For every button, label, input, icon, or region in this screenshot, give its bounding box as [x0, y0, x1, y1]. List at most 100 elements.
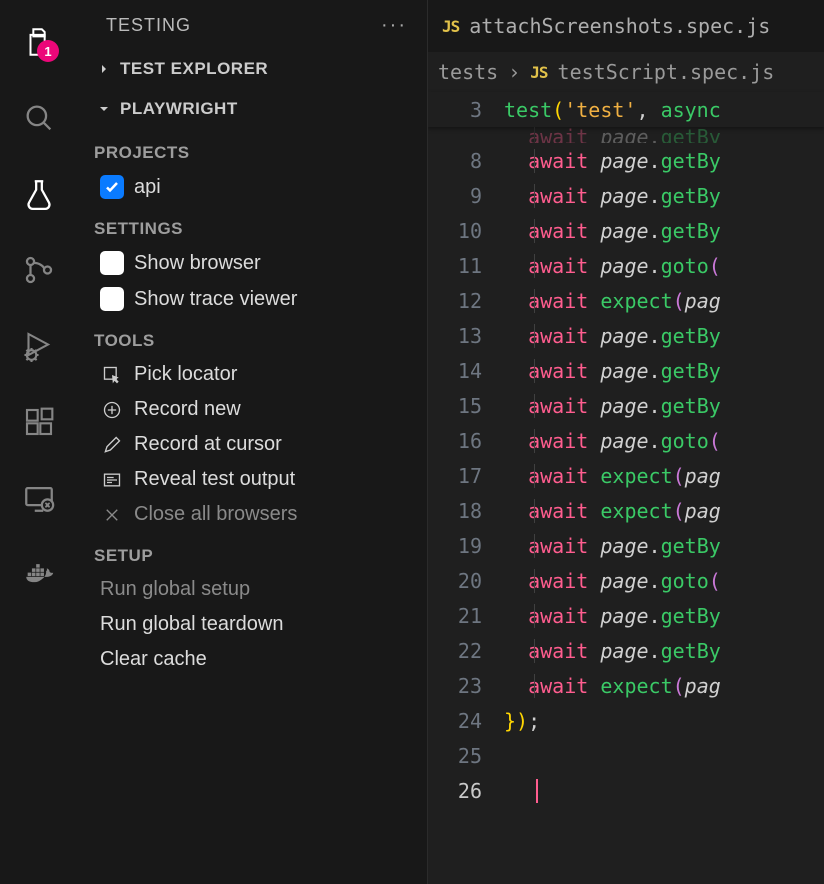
breadcrumb-folder[interactable]: tests: [438, 60, 498, 84]
tool-label: Close all browsers: [134, 503, 297, 526]
code-line[interactable]: 25: [428, 738, 824, 773]
code-line[interactable]: 18 await expect(pag: [428, 493, 824, 528]
line-number: 9: [428, 184, 500, 208]
code-line[interactable]: 23 await expect(pag: [428, 668, 824, 703]
tool-label: Record at cursor: [134, 433, 282, 456]
code-text: await page.getBy: [500, 394, 721, 418]
chevron-right-icon: ›: [508, 60, 520, 84]
code-body[interactable]: 8 await page.getBy9 await page.getBy10 a…: [428, 143, 824, 884]
tool-record-new[interactable]: Record new: [88, 392, 417, 427]
code-line[interactable]: 17 await expect(pag: [428, 458, 824, 493]
project-api[interactable]: api: [88, 169, 417, 205]
line-number: 8: [428, 149, 500, 173]
code-text: await page.getBy: [500, 604, 721, 628]
tool-label: Reveal test output: [134, 468, 295, 491]
setting-label: Show browser: [134, 252, 261, 275]
code-line[interactable]: 9 await page.getBy: [428, 178, 824, 213]
setup-label: Clear cache: [100, 648, 207, 671]
line-number: 11: [428, 254, 500, 278]
line-number: 16: [428, 429, 500, 453]
chevron-down-icon: [94, 101, 114, 117]
code-line[interactable]: 19 await page.getBy: [428, 528, 824, 563]
line-number: 22: [428, 639, 500, 663]
breadcrumb[interactable]: tests › JS testScript.spec.js: [428, 52, 824, 92]
tool-record-cursor[interactable]: Record at cursor: [88, 427, 417, 462]
section-playwright[interactable]: PLAYWRIGHT: [88, 89, 417, 129]
checkbox-icon[interactable]: [100, 251, 124, 275]
setup-run-teardown[interactable]: Run global teardown: [88, 607, 417, 642]
code-line[interactable]: 15 await page.getBy: [428, 388, 824, 423]
code-text: });: [500, 709, 540, 733]
code-line[interactable]: 22 await page.getBy: [428, 633, 824, 668]
checkbox-checked-icon[interactable]: [100, 175, 124, 199]
tool-label: Pick locator: [134, 363, 237, 386]
checkbox-icon[interactable]: [100, 287, 124, 311]
section-label: TEST EXPLORER: [120, 59, 268, 79]
plus-circle-icon: [100, 400, 124, 420]
code-line[interactable]: 11 await page.goto(: [428, 248, 824, 283]
code-line[interactable]: 10 await page.getBy: [428, 213, 824, 248]
tool-close-browsers: Close all browsers: [88, 497, 417, 532]
tool-pick-locator[interactable]: Pick locator: [88, 357, 417, 392]
code-text: await page.getBy: [500, 184, 721, 208]
setting-label: Show trace viewer: [134, 288, 297, 311]
breadcrumb-file[interactable]: testScript.spec.js: [558, 60, 775, 84]
setup-label: Run global setup: [100, 578, 250, 601]
code-line[interactable]: 24});: [428, 703, 824, 738]
line-number: 19: [428, 534, 500, 558]
code-text: await expect(pag: [500, 674, 721, 698]
line-number: 24: [428, 709, 500, 733]
line-number: 21: [428, 604, 500, 628]
pencil-icon: [100, 435, 124, 455]
line-number: 17: [428, 464, 500, 488]
js-icon: JS: [530, 63, 547, 82]
code-text: await expect(pag: [500, 499, 721, 523]
docker-icon[interactable]: [15, 550, 63, 598]
search-icon[interactable]: [15, 94, 63, 142]
line-number: 14: [428, 359, 500, 383]
badge: 1: [37, 40, 59, 62]
activity-bar: 1: [0, 0, 78, 884]
js-icon: JS: [442, 17, 459, 36]
explorer-icon[interactable]: 1: [15, 18, 63, 66]
setting-show-browser[interactable]: Show browser: [88, 245, 417, 281]
tool-reveal-output[interactable]: Reveal test output: [88, 462, 417, 497]
more-icon[interactable]: ···: [381, 14, 407, 37]
group-setup: SETUP: [88, 532, 417, 572]
code-text: await page.goto(: [500, 254, 721, 278]
tab-filename[interactable]: attachScreenshots.spec.js: [469, 14, 770, 38]
code-text: await page.getBy: [500, 149, 721, 173]
inspect-icon: [100, 365, 124, 385]
setup-label: Run global teardown: [100, 613, 283, 636]
setting-show-trace[interactable]: Show trace viewer: [88, 281, 417, 317]
source-control-icon[interactable]: [15, 246, 63, 294]
close-icon: [100, 506, 124, 524]
testing-icon[interactable]: [15, 170, 63, 218]
code-text: await page.getBy: [500, 359, 721, 383]
code-line[interactable]: 14 await page.getBy: [428, 353, 824, 388]
code-text: await page.goto(: [500, 429, 721, 453]
extensions-icon[interactable]: [15, 398, 63, 446]
setup-clear-cache[interactable]: Clear cache: [88, 642, 417, 677]
code-text: await expect(pag: [500, 464, 721, 488]
sticky-scroll-line[interactable]: 3 test('test', async: [428, 92, 824, 127]
code-line[interactable]: 26: [428, 773, 824, 808]
line-number: 12: [428, 289, 500, 313]
code-text: await page.goto(: [500, 569, 721, 593]
code-text: [500, 778, 538, 804]
section-test-explorer[interactable]: TEST EXPLORER: [88, 49, 417, 89]
sidebar-title: TESTING: [106, 15, 191, 36]
line-number: 15: [428, 394, 500, 418]
remote-icon[interactable]: [15, 474, 63, 522]
code-line[interactable]: 16 await page.goto(: [428, 423, 824, 458]
line-number: 10: [428, 219, 500, 243]
code-text: await page.getBy: [500, 534, 721, 558]
code-line[interactable]: 21 await page.getBy: [428, 598, 824, 633]
code-line[interactable]: 12 await expect(pag: [428, 283, 824, 318]
partially-visible-line: await page.getBy: [428, 127, 824, 143]
output-icon: [100, 470, 124, 490]
run-debug-icon[interactable]: [15, 322, 63, 370]
code-line[interactable]: 20 await page.goto(: [428, 563, 824, 598]
code-line[interactable]: 13 await page.getBy: [428, 318, 824, 353]
code-line[interactable]: 8 await page.getBy: [428, 143, 824, 178]
